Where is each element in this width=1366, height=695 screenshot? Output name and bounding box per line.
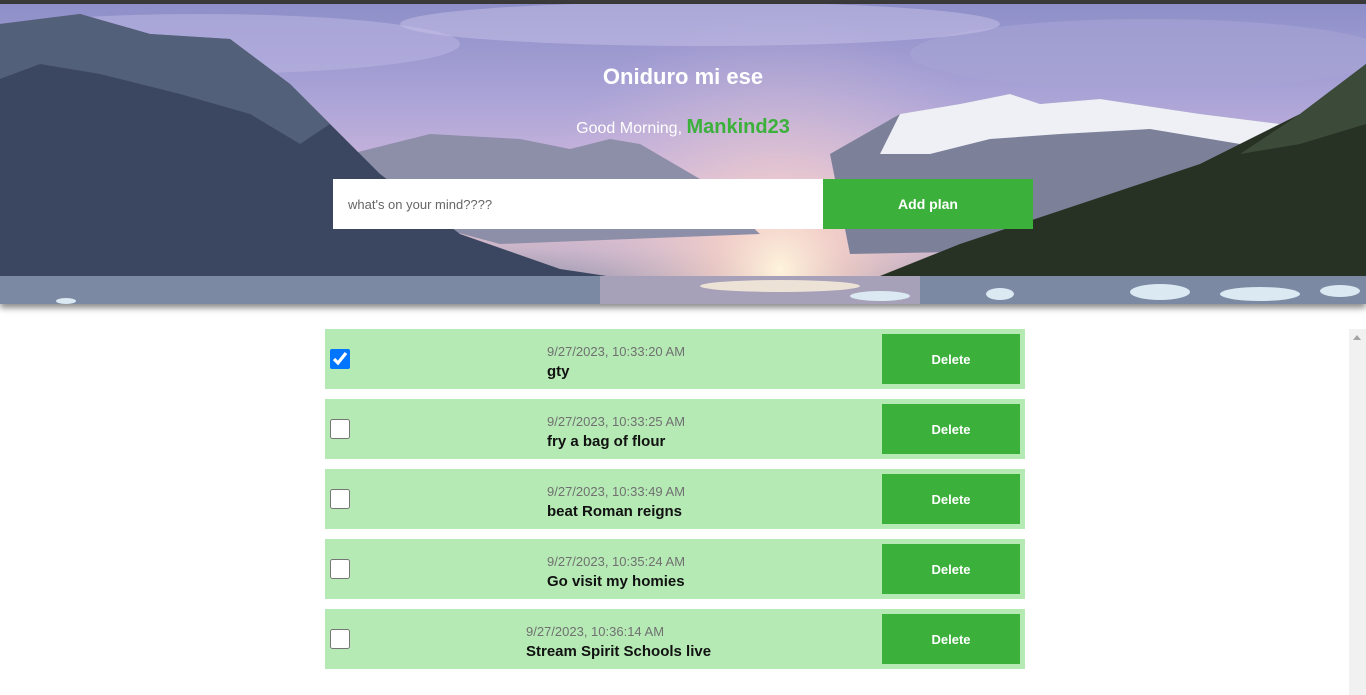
task-timestamp: 9/27/2023, 10:33:49 AM: [547, 484, 686, 499]
delete-button[interactable]: Delete: [882, 614, 1020, 664]
task-list: 9/27/2023, 10:33:20 AM gty Delete 9/27/2…: [325, 329, 1025, 679]
task-text: gty: [547, 363, 570, 380]
task-row: 9/27/2023, 10:33:49 AM beat Roman reigns…: [325, 469, 1025, 529]
task-row: 9/27/2023, 10:33:20 AM gty Delete: [325, 329, 1025, 389]
add-plan-button[interactable]: Add plan: [823, 179, 1033, 229]
task-row: 9/27/2023, 10:36:14 AM Stream Spirit Sch…: [325, 609, 1025, 669]
hero-banner: Oniduro mi ese Good Morning, Mankind23 A…: [0, 4, 1366, 304]
task-checkbox[interactable]: [330, 559, 350, 579]
task-text: beat Roman reigns: [547, 503, 683, 520]
greeting-line: Good Morning, Mankind23: [0, 116, 1366, 139]
task-checkbox[interactable]: [330, 349, 350, 369]
task-row: 9/27/2023, 10:33:25 AM fry a bag of flou…: [325, 399, 1025, 459]
task-checkbox[interactable]: [330, 419, 350, 439]
username: Mankind23: [686, 116, 790, 138]
app-title: Oniduro mi ese: [602, 64, 764, 89]
plan-input[interactable]: [333, 179, 823, 229]
task-checkbox[interactable]: [330, 489, 350, 509]
delete-button[interactable]: Delete: [882, 404, 1020, 454]
delete-button[interactable]: Delete: [882, 474, 1020, 524]
mountain-landscape-image: [0, 4, 1366, 304]
task-text: Go visit my homies: [547, 573, 685, 590]
task-row: 9/27/2023, 10:35:24 AM Go visit my homie…: [325, 539, 1025, 599]
task-timestamp: 9/27/2023, 10:33:20 AM: [547, 344, 686, 359]
delete-button[interactable]: Delete: [882, 544, 1020, 594]
greeting-text: Good Morning,: [576, 120, 683, 137]
task-text: Stream Spirit Schools live: [526, 643, 712, 660]
scroll-up-arrow-icon[interactable]: [1353, 335, 1361, 340]
task-timestamp: 9/27/2023, 10:33:25 AM: [547, 414, 686, 429]
vertical-scrollbar[interactable]: [1349, 329, 1366, 695]
task-timestamp: 9/27/2023, 10:35:24 AM: [547, 554, 686, 569]
task-text: fry a bag of flour: [547, 433, 666, 450]
task-checkbox[interactable]: [330, 629, 350, 649]
delete-button[interactable]: Delete: [882, 334, 1020, 384]
task-timestamp: 9/27/2023, 10:36:14 AM: [526, 624, 665, 639]
